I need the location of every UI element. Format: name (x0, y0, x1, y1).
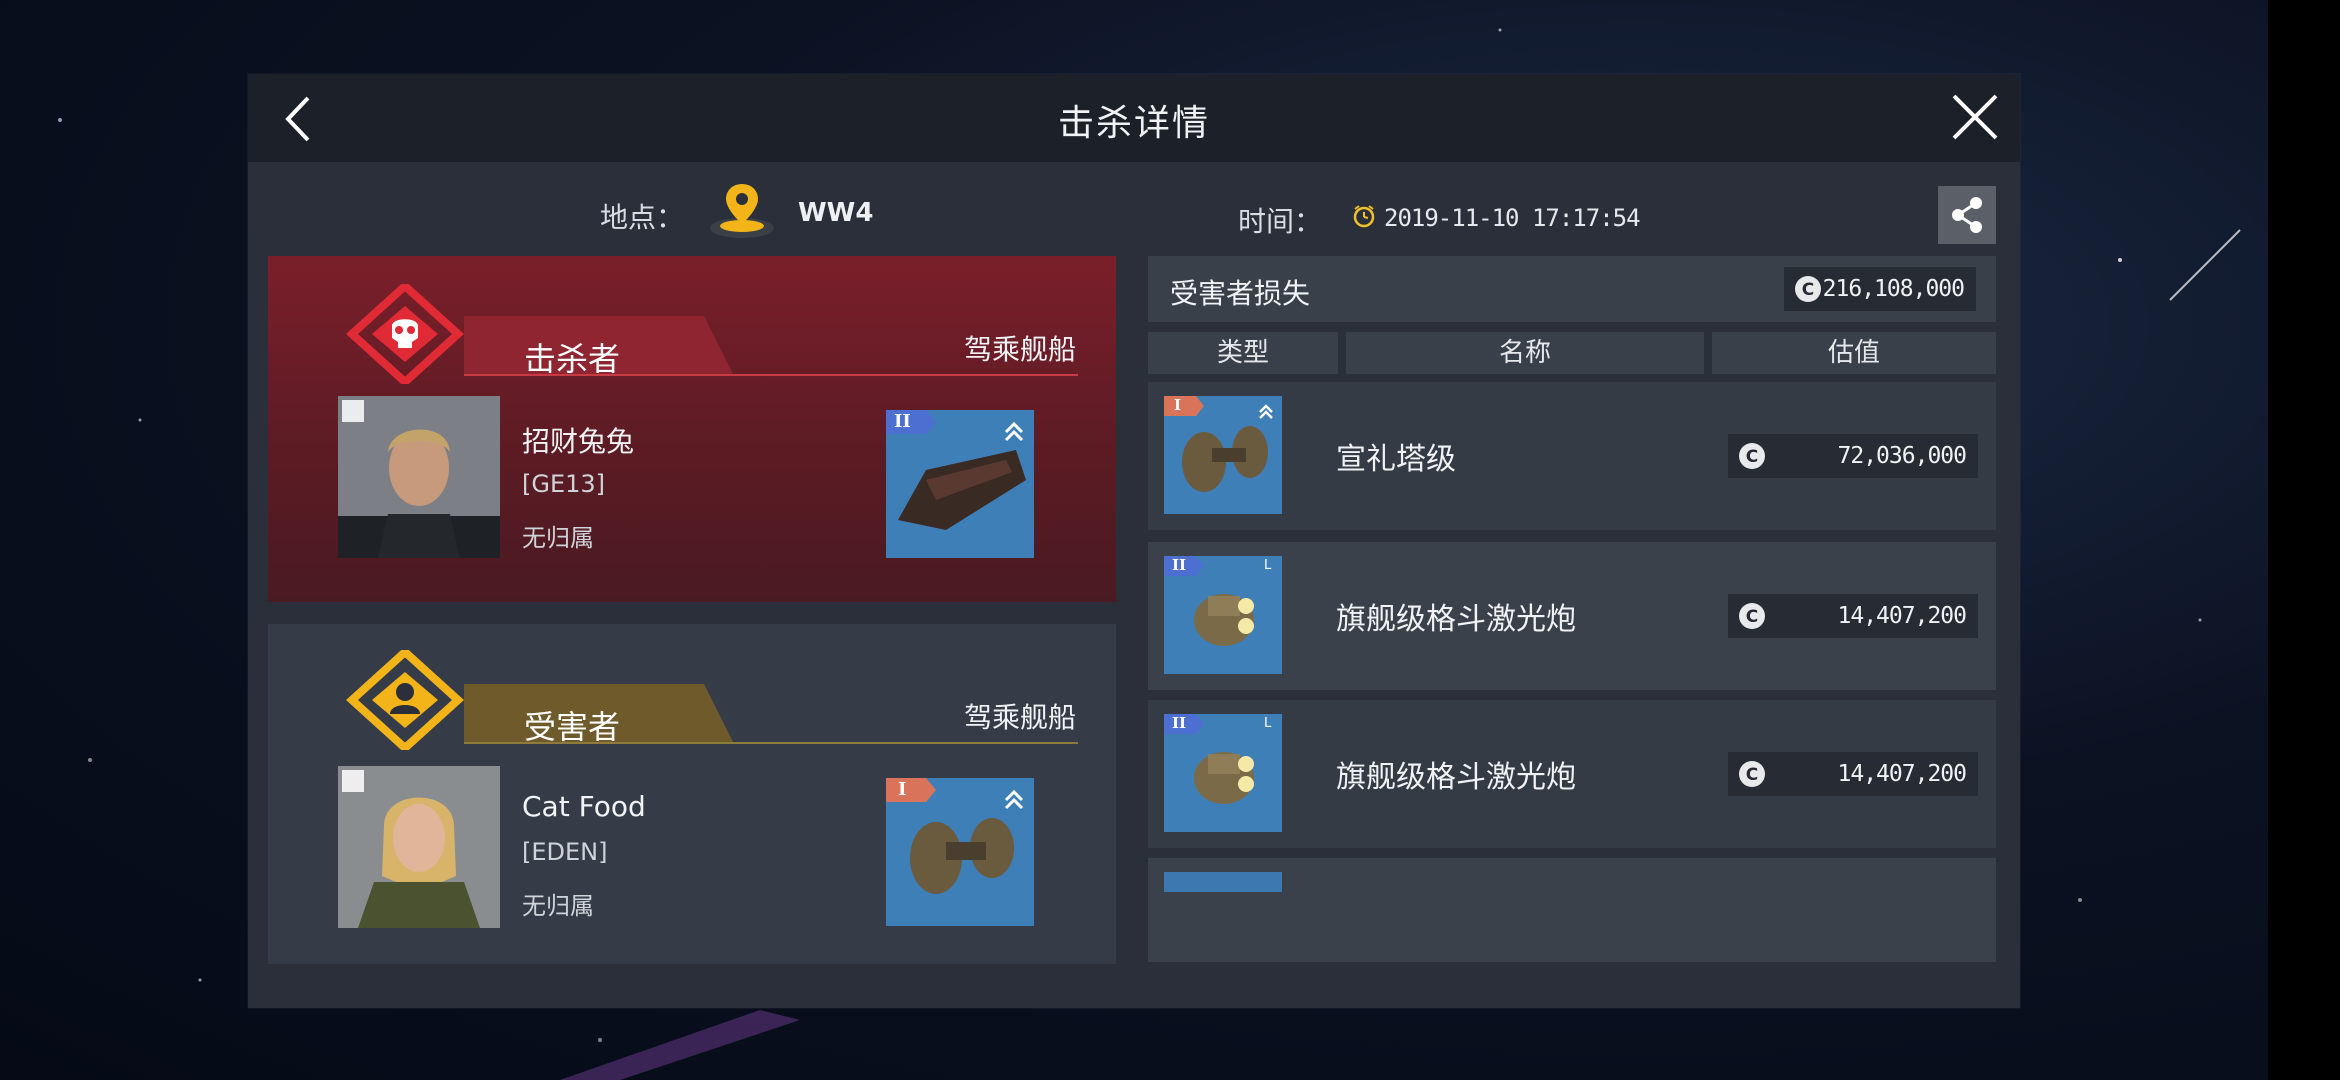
victim-loss-header: 受害者损失 C 216,108,000 (1148, 256, 1996, 322)
victim-avatar[interactable] (338, 766, 500, 928)
killer-corp: [GE13] (522, 470, 606, 498)
victim-portrait (338, 766, 500, 928)
svg-text:C: C (1746, 765, 1758, 785)
item-value: 72,036,000 (1837, 443, 1967, 469)
column-header-name: 名称 (1346, 332, 1704, 374)
column-header-value: 估值 (1712, 332, 1996, 374)
location-pin-icon (710, 184, 774, 238)
panel-header: 击杀详情 (248, 74, 2020, 162)
share-button[interactable] (1938, 186, 1996, 244)
item-thumbnail[interactable]: II L (1164, 556, 1282, 674)
loss-title: 受害者损失 (1170, 277, 1311, 310)
item-name: 旗舰级格斗激光炮 (1336, 760, 1576, 795)
item-value: 14,407,200 (1837, 761, 1967, 787)
list-item[interactable]: II L 旗舰级格斗激光炮 C 14,407,200 (1148, 700, 1996, 848)
loss-total-box: C 216,108,000 (1784, 267, 1976, 311)
credit-icon: C (1739, 603, 1765, 629)
svg-text:C: C (1746, 607, 1758, 627)
item-tier: II (1172, 556, 1187, 574)
screen-edge-bar (2268, 0, 2340, 1080)
victim-divider (464, 742, 1078, 744)
location-value: WW4 (798, 198, 874, 228)
credit-icon: C (1795, 276, 1821, 302)
close-icon (1952, 94, 1998, 140)
killer-ship-label: 驾乘舰船 (964, 333, 1077, 366)
victim-ship-image (886, 778, 1034, 926)
item-slot: L (1264, 558, 1272, 573)
victim-corp: [EDEN] (522, 838, 608, 866)
victim-ship-label: 驾乘舰船 (964, 701, 1077, 734)
item-image (1164, 396, 1282, 514)
killer-ship-thumbnail[interactable]: II (886, 410, 1034, 558)
killer-ship-image (886, 410, 1034, 558)
list-item[interactable]: I 宣礼塔级 C 72,036,000 (1148, 382, 1996, 530)
item-thumbnail[interactable]: II L (1164, 714, 1282, 832)
item-value-box: C 14,407,200 (1728, 594, 1978, 638)
item-name: 旗舰级格斗激光炮 (1336, 602, 1576, 637)
close-button[interactable] (1946, 88, 2004, 146)
item-name: 宣礼塔级 (1336, 442, 1456, 477)
item-value-box: C 14,407,200 (1728, 752, 1978, 796)
victim-ship-thumbnail[interactable]: I (886, 778, 1034, 926)
killer-avatar[interactable] (338, 396, 500, 558)
list-item-partial[interactable] (1148, 858, 1996, 962)
time-value: 2019-11-10 17:17:54 (1384, 204, 1641, 232)
page-title: 击杀详情 (1057, 103, 1210, 144)
victim-ship-tier: I (898, 779, 907, 800)
victim-alliance: 无归属 (522, 892, 594, 920)
svg-text:C: C (1746, 447, 1758, 467)
item-slot: L (1264, 716, 1272, 731)
killer-card: 击杀者 驾乘舰船 招财兔兔 [GE13] 无归属 II (268, 256, 1116, 602)
list-item[interactable]: II L 旗舰级格斗激光炮 C 14,407,200 (1148, 542, 1996, 690)
killer-ship-tier: II (894, 411, 911, 432)
item-thumbnail[interactable] (1164, 872, 1282, 892)
column-header-type: 类型 (1148, 332, 1338, 374)
kill-detail-panel: 击杀详情 地点： WW4 时间： 2019-11-10 17:17:54 击杀者… (248, 74, 2020, 1008)
item-value: 14,407,200 (1837, 603, 1967, 629)
item-thumbnail[interactable]: I (1164, 396, 1282, 514)
skull-icon (346, 284, 464, 384)
item-value-box: C 72,036,000 (1728, 434, 1978, 478)
loss-total-value: 216,108,000 (1822, 276, 1965, 302)
location-label: 地点： (600, 201, 685, 234)
killer-alliance: 无归属 (522, 524, 594, 552)
killer-portrait (338, 396, 500, 558)
credit-icon: C (1739, 443, 1765, 469)
killer-divider (464, 374, 1078, 376)
credit-icon: C (1739, 761, 1765, 787)
item-tier: I (1174, 396, 1182, 414)
clock-icon (1353, 205, 1375, 228)
item-tier: II (1172, 714, 1187, 732)
killer-name: 招财兔兔 (522, 425, 635, 458)
share-icon (1952, 197, 1982, 233)
victim-name: Cat Food (522, 790, 646, 823)
svg-text:C: C (1802, 280, 1814, 300)
person-icon (346, 650, 464, 750)
victim-card: 受害者 驾乘舰船 Cat Food [EDEN] 无归属 I (268, 624, 1116, 964)
time-label: 时间： (1238, 205, 1323, 238)
loss-list[interactable]: I 宣礼塔级 C 72,036,000 II L 旗舰级格斗激光炮 C 14,4… (1148, 382, 1996, 962)
